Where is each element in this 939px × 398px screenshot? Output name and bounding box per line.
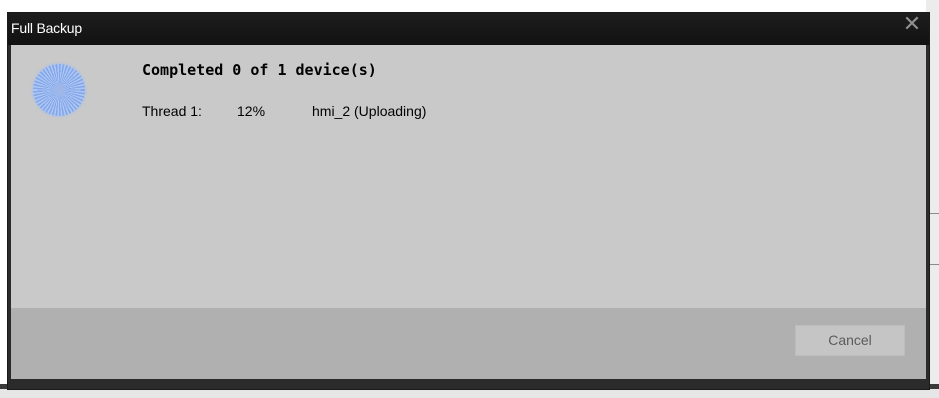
thread-percent: 12% <box>237 103 266 119</box>
background-app-bottom <box>0 389 939 398</box>
thread-device-status: hmi_2 (Uploading) <box>312 103 427 119</box>
cancel-button[interactable]: Cancel <box>795 325 905 356</box>
dialog-title: Full Backup <box>11 20 82 36</box>
full-backup-dialog: Full Backup ✕ Completed 0 of 1 device(s)… <box>8 13 929 389</box>
dialog-titlebar[interactable]: Full Backup ✕ <box>8 13 929 45</box>
thread-label: Thread 1: <box>142 103 202 119</box>
screen: Full Backup ✕ Completed 0 of 1 device(s)… <box>0 0 939 398</box>
dialog-body <box>11 45 926 308</box>
dialog-footer <box>11 308 926 379</box>
busy-spinner-icon <box>33 64 85 116</box>
dialog-bottom-border <box>8 379 929 389</box>
close-icon[interactable]: ✕ <box>901 13 923 37</box>
progress-heading: Completed 0 of 1 device(s) <box>142 61 377 79</box>
